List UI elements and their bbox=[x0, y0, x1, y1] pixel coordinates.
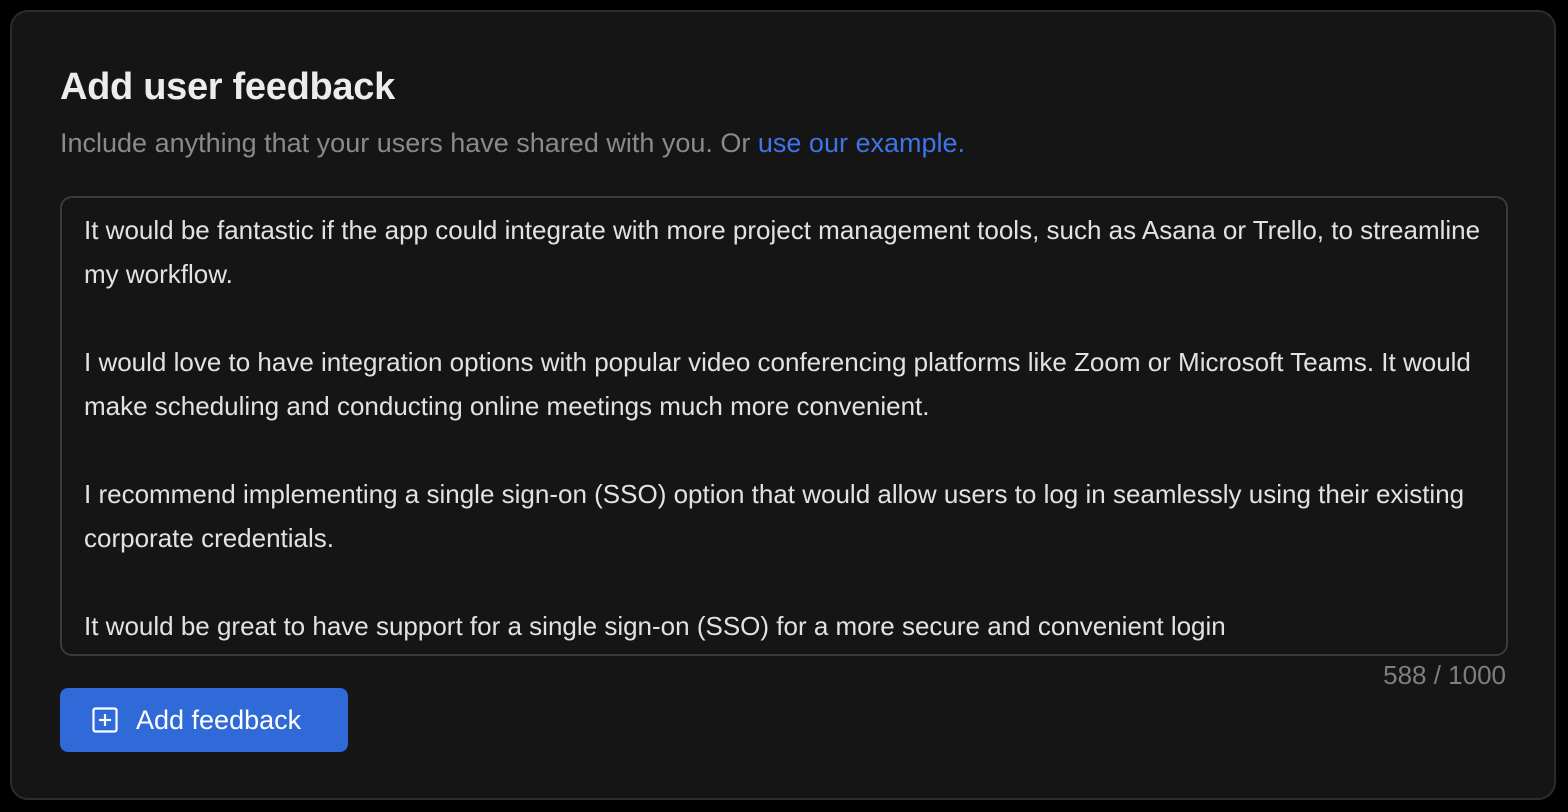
page-subtitle: Include anything that your users have sh… bbox=[60, 128, 965, 159]
feedback-paragraph: It would be great to have support for a … bbox=[84, 611, 1226, 641]
feedback-paragraph: It would be fantastic if the app could i… bbox=[84, 215, 1481, 289]
page-title: Add user feedback bbox=[60, 66, 395, 108]
feedback-paragraph: I recommend implementing a single sign-o… bbox=[84, 479, 1465, 553]
feedback-textarea[interactable]: It would be fantastic if the app could i… bbox=[60, 196, 1508, 656]
subtitle-text: Include anything that your users have sh… bbox=[60, 128, 758, 158]
add-feedback-button[interactable]: Add feedback bbox=[60, 688, 348, 752]
add-feedback-label: Add feedback bbox=[136, 704, 302, 735]
add-feedback-card: Add user feedback Include anything that … bbox=[10, 10, 1556, 800]
feedback-paragraph: I would love to have integration options… bbox=[84, 347, 1471, 421]
plus-square-icon bbox=[92, 707, 118, 733]
use-example-link[interactable]: use our example. bbox=[758, 128, 965, 158]
character-counter: 588 / 1000 bbox=[1383, 660, 1506, 690]
